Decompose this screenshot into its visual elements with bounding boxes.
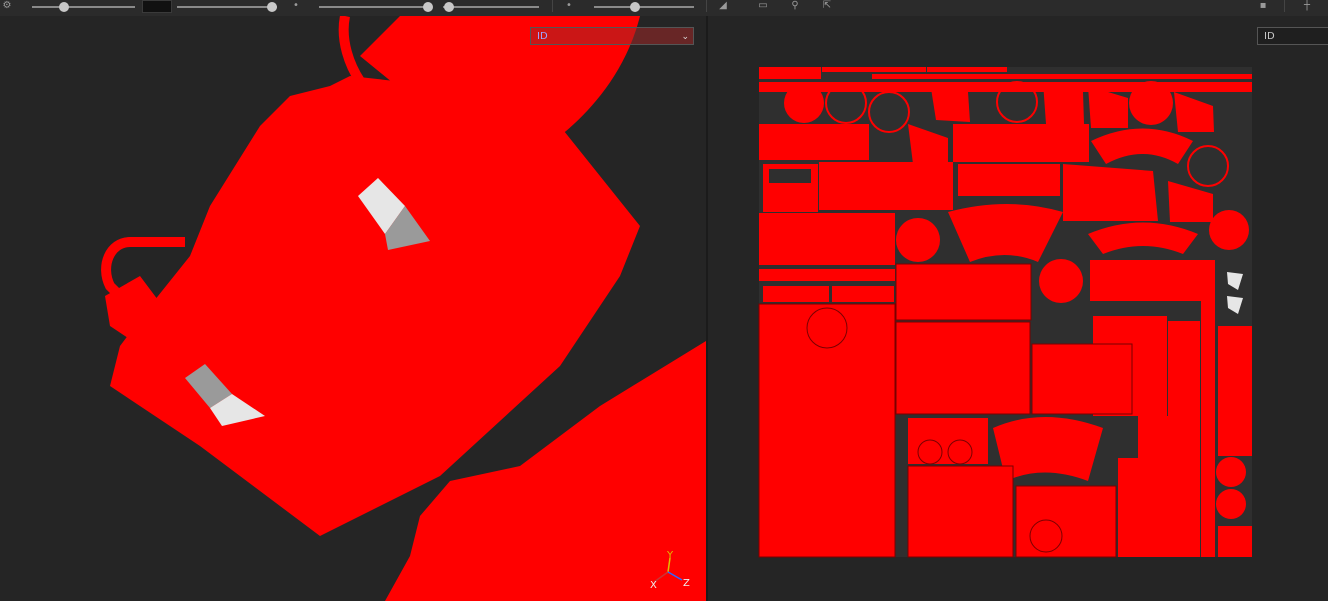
top-toolbar: ⚙ • • ◢ ▭ ⚲ ⇱ ▪ ┼ bbox=[0, 0, 1328, 17]
channel-dropdown-value: ID bbox=[1264, 31, 1275, 42]
toolbar-separator bbox=[1284, 0, 1285, 12]
mesh-render bbox=[101, 16, 706, 601]
grid-icon[interactable]: ▪ bbox=[1256, 0, 1270, 12]
brush-flow-slider[interactable] bbox=[177, 2, 277, 12]
channel-dropdown-value: ID bbox=[537, 31, 548, 42]
brush-spacing-slider-knob[interactable] bbox=[423, 2, 433, 12]
channel-dropdown-3d[interactable]: ID ⌄ bbox=[530, 27, 694, 45]
brush-icon[interactable]: • bbox=[289, 0, 303, 12]
brush-spacing-slider[interactable] bbox=[319, 2, 433, 12]
brush-hardness-slider[interactable] bbox=[443, 2, 539, 12]
settings-icon[interactable]: ⚙ bbox=[0, 0, 14, 12]
viewport-2d[interactable]: ID bbox=[708, 16, 1328, 601]
axis-label-y: Y bbox=[667, 550, 674, 561]
channel-dropdown-2d[interactable]: ID bbox=[1257, 27, 1328, 45]
uv-texture bbox=[758, 67, 1252, 558]
symmetry-icon[interactable]: • bbox=[562, 0, 576, 12]
toolbar-separator bbox=[706, 0, 707, 12]
layer-icon[interactable]: ◢ bbox=[716, 0, 730, 12]
brush-size-slider[interactable] bbox=[32, 2, 135, 12]
brush-color-swatch[interactable] bbox=[142, 0, 172, 13]
export-icon[interactable]: ⇱ bbox=[820, 0, 834, 12]
toolbar-separator bbox=[552, 0, 553, 12]
axis-label-x: X bbox=[650, 580, 657, 591]
viewport-3d[interactable]: ID ⌄ Y X Z bbox=[0, 16, 706, 601]
brush-size-slider-knob[interactable] bbox=[59, 2, 69, 12]
brush-flow-slider-knob[interactable] bbox=[267, 2, 277, 12]
cable-shape bbox=[338, 16, 365, 84]
axis-label-z: Z bbox=[683, 578, 690, 589]
share-icon[interactable]: ⚲ bbox=[788, 0, 802, 12]
chevron-down-icon: ⌄ bbox=[681, 32, 689, 42]
view-slider[interactable] bbox=[594, 2, 694, 12]
move-icon[interactable]: ┼ bbox=[1300, 0, 1314, 12]
camera-icon[interactable]: ▭ bbox=[756, 0, 770, 12]
axis-gizmo: Y X Z bbox=[640, 550, 690, 594]
brush-hardness-slider-knob[interactable] bbox=[444, 2, 454, 12]
view-slider-knob[interactable] bbox=[630, 2, 640, 12]
